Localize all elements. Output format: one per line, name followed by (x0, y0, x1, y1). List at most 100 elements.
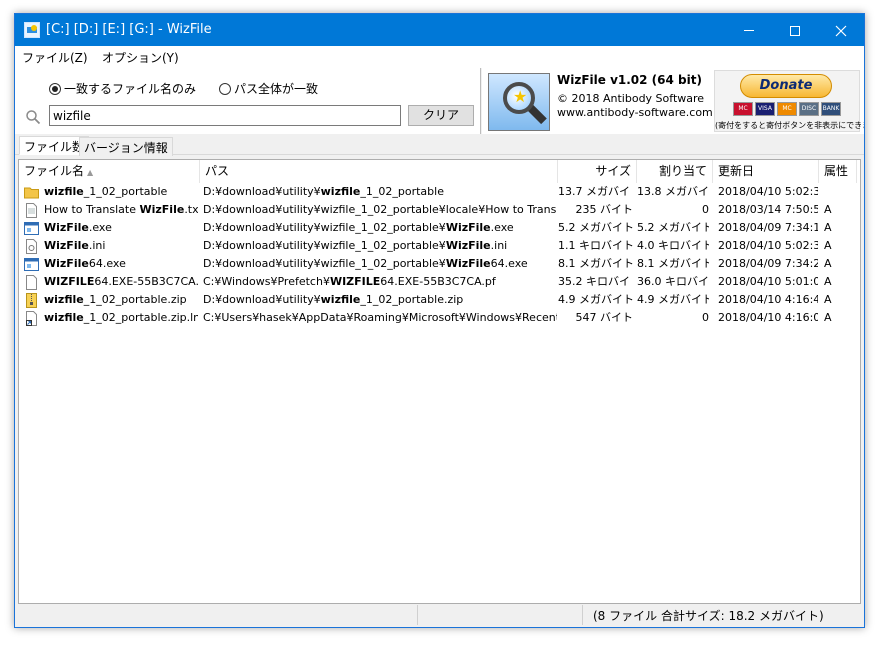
file-attr-cell (824, 183, 854, 201)
file-allocated-cell: 5.2 メガバイト (637, 221, 709, 234)
table-row[interactable]: WIZFILE64.EXE-55B3C7CA.pf C:¥Windows¥Pref… (19, 273, 860, 291)
name-text: _1_02_portable.zip.lnk (83, 311, 198, 324)
column-header-modified[interactable]: 更新日 (713, 160, 819, 183)
wizfile-logo[interactable]: ★ (488, 73, 550, 131)
radio-checked-icon (49, 83, 61, 95)
file-path-cell: D:¥download¥utility¥wizfile_1_02_portabl… (203, 219, 557, 237)
name-text: _1_02_portable (360, 185, 444, 198)
match-highlight: WizFile (139, 203, 185, 216)
column-header-path[interactable]: パス (200, 160, 558, 183)
file-name-cell: WizFile.exe (44, 219, 198, 237)
file-size-cell: 1.1 キロバイト (558, 239, 633, 252)
name-text: .exe (490, 221, 514, 234)
status-summary: (8 ファイル 合計サイズ: 18.2 メガバイト) (593, 609, 824, 623)
radio-full-path[interactable]: パス全体が一致 (219, 80, 318, 96)
app-icon[interactable] (24, 22, 40, 38)
match-highlight: WizFile (44, 221, 89, 234)
status-segment (418, 605, 583, 625)
file-path-cell: C:¥Windows¥Prefetch¥WIZFILE64.EXE-55B3C7… (203, 273, 557, 291)
sort-ascending-icon: ▲ (87, 168, 94, 177)
menu-bar: ファイル(Z) オプション(Y) (15, 46, 864, 68)
file-attr-cell: A (824, 275, 832, 288)
table-row[interactable]: wizfile_1_02_portable D:¥download¥utility… (19, 183, 860, 201)
match-highlight: wizfile (44, 293, 84, 306)
name-text: D:¥download¥utility¥wizfile_1_02_portabl… (203, 257, 446, 270)
close-button[interactable] (818, 14, 864, 46)
table-row[interactable]: WizFile.ini D:¥download¥utility¥wizfile_1… (19, 237, 860, 255)
table-row[interactable]: WizFile64.exe D:¥download¥utility¥wizfile… (19, 255, 860, 273)
file-attr-cell: A (824, 257, 832, 270)
column-header-name[interactable]: ファイル名 ▲ (19, 160, 200, 183)
match-highlight: WizFile (445, 239, 491, 252)
file-modified-cell: 2018/04/10 4:16:06 (718, 311, 818, 324)
tab-bar: ファイル数 バージョン情報 (15, 134, 864, 156)
search-input[interactable] (49, 105, 401, 126)
name-text: How to Translate (44, 203, 140, 216)
star-icon: ★ (513, 87, 528, 106)
file-size-cell: 13.7 メガバイト (558, 185, 633, 198)
close-icon (835, 25, 847, 36)
clear-button[interactable]: クリア (408, 105, 474, 126)
column-header-allocated[interactable]: 割り当て (637, 160, 713, 183)
file-allocated-cell: 0 (702, 203, 709, 216)
match-highlight: wizfile (320, 293, 361, 306)
file-name-cell: wizfile_1_02_portable.zip (44, 291, 198, 309)
name-text: C:¥Users¥hasek¥AppData¥Roaming¥Microsoft… (203, 311, 557, 324)
tab-version-info[interactable]: バージョン情報 (79, 137, 173, 156)
match-highlight: WizFile (445, 257, 491, 270)
match-highlight: WIZFILE (44, 275, 95, 288)
maximize-button[interactable] (772, 14, 818, 46)
maximize-icon (790, 25, 800, 36)
name-text: D:¥download¥utility¥ (203, 185, 321, 198)
file-allocated-cell: 4.9 メガバイト (637, 293, 709, 306)
file-path-cell: D:¥download¥utility¥wizfile_1_02_portabl… (203, 201, 557, 219)
name-text: _1_02_portable.zip (360, 293, 464, 306)
column-header-attributes[interactable]: 属性 (819, 160, 857, 183)
search-icon (26, 110, 41, 125)
donate-area: Donate MC VISA MC DISC BANK (寄付をすると寄付ボタンを非表示… (714, 70, 864, 132)
file-path-cell: D:¥download¥utility¥wizfile_1_02_portabl… (203, 183, 557, 201)
ini-file-icon (24, 239, 39, 254)
file-name-cell: WIZFILE64.EXE-55B3C7CA.pf (44, 273, 198, 291)
match-highlight: WizFile (445, 221, 491, 234)
match-highlight: wizfile (44, 311, 84, 324)
file-path-cell: D:¥download¥utility¥wizfile_1_02_portabl… (203, 291, 557, 309)
file-modified-cell: 2018/04/10 5:02:30 (718, 185, 818, 198)
name-text: 64.EXE-55B3C7CA.pf (94, 275, 198, 288)
file-allocated-cell: 8.1 メガバイト (637, 257, 709, 270)
file-size-cell: 235 バイト (575, 203, 634, 216)
text-file-icon (24, 203, 39, 218)
name-text: .ini (88, 239, 106, 252)
radio-unchecked-icon (219, 83, 231, 95)
minimize-icon (744, 30, 754, 31)
search-panel: 一致するファイル名のみ パス全体が一致 クリア (15, 68, 481, 134)
file-modified-cell: 2018/04/10 5:01:02 (718, 275, 818, 288)
radio-filename-only[interactable]: 一致するファイル名のみ (49, 80, 196, 96)
menu-options[interactable]: オプション(Y) (102, 49, 179, 66)
list-header: ファイル名 ▲ パス サイズ 割り当て 更新日 属性 (19, 160, 860, 183)
file-name-cell: WizFile.ini (44, 237, 198, 255)
donate-button[interactable]: Donate (740, 74, 832, 98)
column-header-size[interactable]: サイズ (558, 160, 637, 183)
table-row[interactable]: How to Translate WizFile.txt D:¥download¥… (19, 201, 860, 219)
file-path-cell: D:¥download¥utility¥wizfile_1_02_portabl… (203, 237, 557, 255)
menu-file[interactable]: ファイル(Z) (22, 49, 88, 66)
app-version-title: WizFile v1.02 (64 bit) (557, 73, 702, 87)
title-bar[interactable]: [C:] [D:] [E:] [G:] - WizFile (15, 14, 864, 46)
radio-filename-label: 一致するファイル名のみ (64, 82, 197, 96)
brand-panel: ★ WizFile v1.02 (64 bit) © 2018 Antibody… (482, 68, 864, 134)
table-row[interactable]: WizFile.exe D:¥download¥utility¥wizfile_1… (19, 219, 860, 237)
table-row[interactable]: wizfile_1_02_portable.zip D:¥download¥uti… (19, 291, 860, 309)
file-modified-cell: 2018/03/14 7:50:51 (718, 203, 818, 216)
discover-icon: DISC (799, 102, 819, 116)
column-name-label: ファイル名 (24, 164, 85, 178)
table-row[interactable]: wizfile_1_02_portable.zip.lnk C:¥Users¥ha… (19, 309, 860, 327)
website-link[interactable]: www.antibody-software.com (557, 106, 713, 119)
name-text: D:¥download¥utility¥wizfile_1_02_portabl… (203, 203, 557, 216)
match-highlight: wizfile (320, 185, 361, 198)
results-list[interactable]: ファイル名 ▲ パス サイズ 割り当て 更新日 属性 wizfile_1_02_p… (18, 159, 861, 604)
zip-icon (24, 293, 39, 308)
file-size-cell: 8.1 メガバイト (558, 257, 633, 270)
file-modified-cell: 2018/04/09 7:34:17 (718, 221, 818, 234)
minimize-button[interactable] (726, 14, 772, 46)
